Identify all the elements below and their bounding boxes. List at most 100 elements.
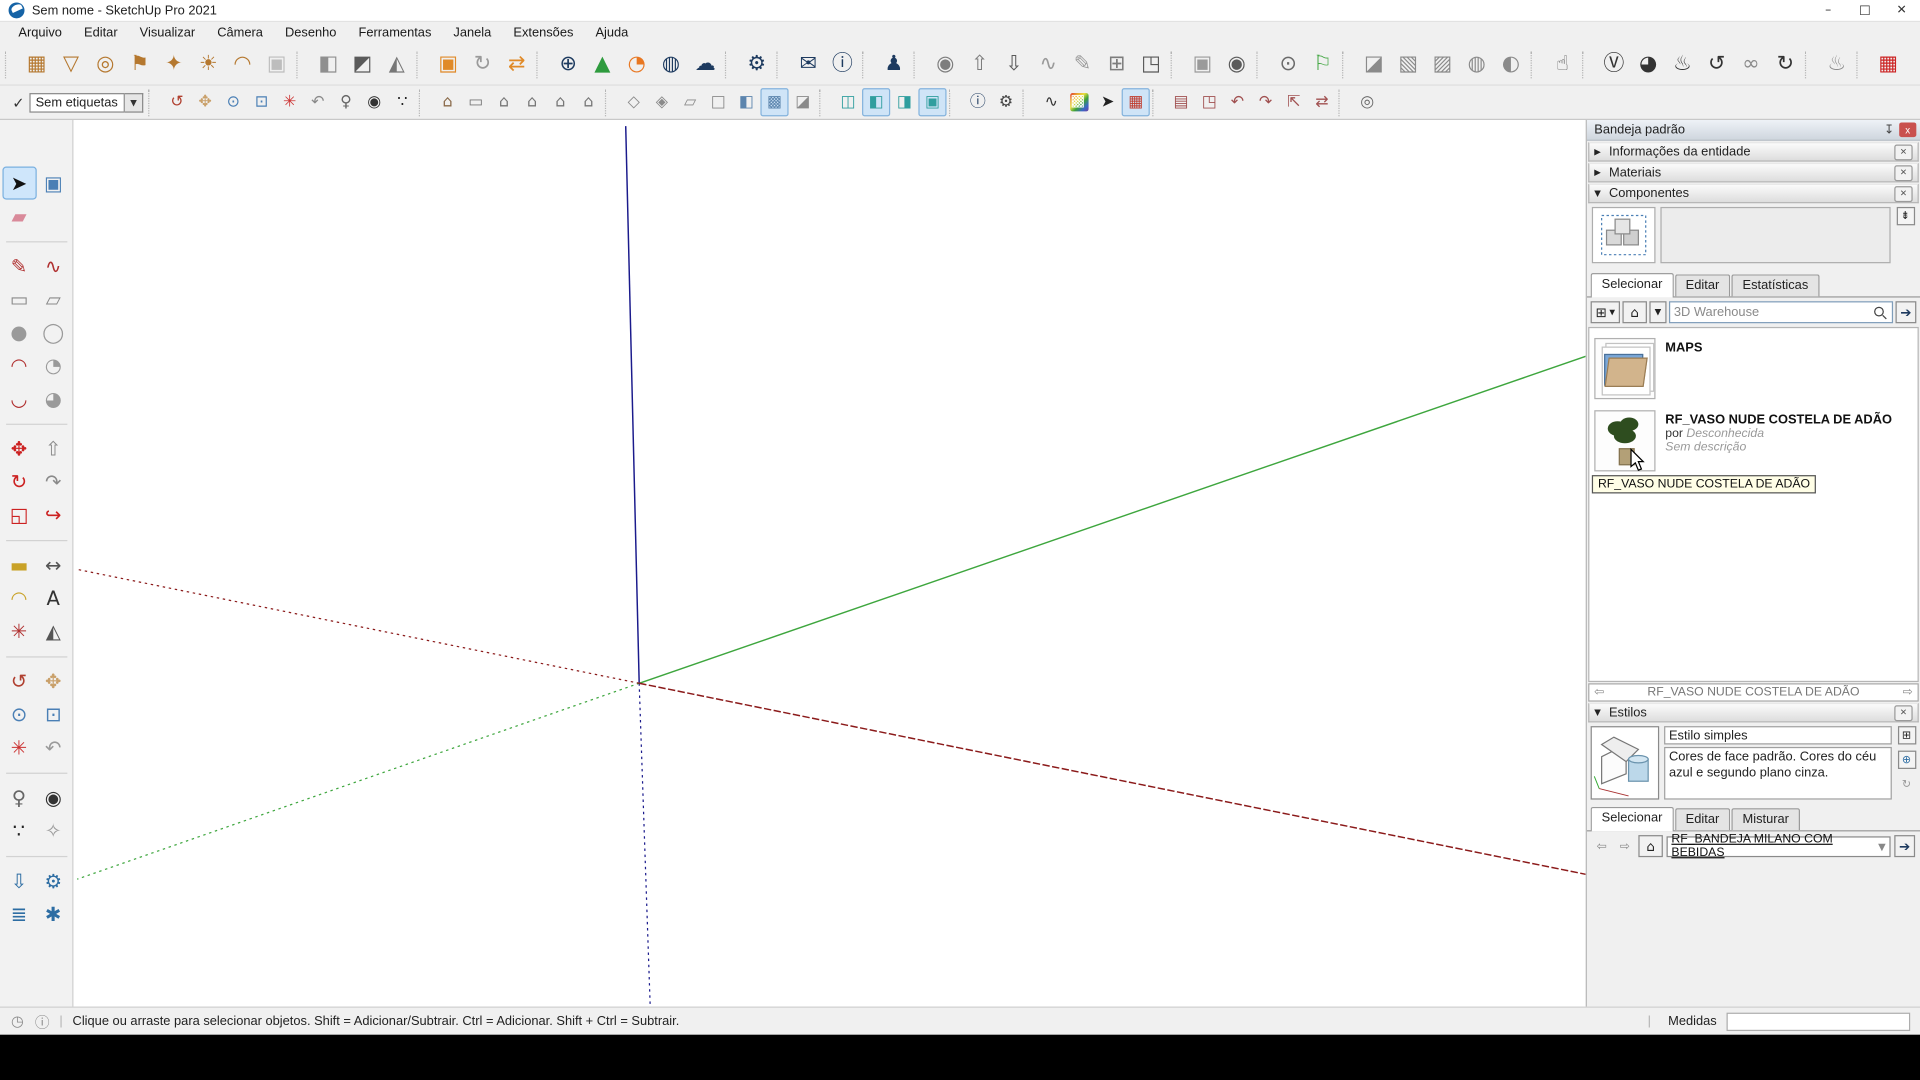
maximize-button[interactable]: □ [1847,0,1884,21]
window-grid-icon[interactable]: ⊞ [1100,47,1134,81]
tb1-sep-3[interactable] [536,51,548,78]
style-description-field[interactable]: Cores de face padrão. Cores do céu azul … [1664,747,1892,800]
ext-tool-4[interactable]: ✱ [36,898,70,931]
glasses-icon[interactable]: ◉ [928,47,962,81]
tray-close-button[interactable]: x [1899,122,1916,137]
menu-editar[interactable]: Editar [73,23,129,43]
view-left-icon[interactable]: ⌂ [574,88,602,116]
style-tab-misturar[interactable]: Misturar [1732,808,1800,830]
section-components[interactable]: ▼ Componentes ✕ [1588,184,1919,204]
warehouse-search-input[interactable] [1670,305,1872,320]
polygon-tool[interactable]: ◯ [36,316,70,349]
tb1-sep-1[interactable] [296,51,308,78]
zoom-tool[interactable]: ⊙ [2,698,36,731]
palette-divider-6[interactable] [6,847,67,857]
tape-measure-tool[interactable]: ▬ [2,549,36,582]
section-cuts-icon[interactable]: ◨ [890,88,918,116]
menu-ferramentas[interactable]: Ferramentas [347,23,442,43]
view-right-icon[interactable]: ⌂ [518,88,546,116]
pin-icon[interactable]: ↧ [1884,123,1894,136]
position-camera-tool[interactable]: ♀ [2,781,36,814]
vray-render-icon[interactable]: ♨ [1665,47,1699,81]
cloud-upload-icon[interactable]: ☁ [688,47,722,81]
drawing-canvas[interactable] [73,120,1585,1007]
tb2-sep-5[interactable] [1023,89,1035,116]
select-cursor-icon[interactable]: ➤ [1094,88,1122,116]
section-close-icon[interactable]: ✕ [1894,165,1912,181]
dimension-tool[interactable]: ↔ [36,549,70,582]
section-fill-icon[interactable]: ▣ [918,88,946,116]
pyramid-arrow-icon[interactable]: ◭ [380,47,414,81]
menu-ajuda[interactable]: Ajuda [584,23,639,43]
tree-icon[interactable]: ▲ [585,47,619,81]
section-plane-tool[interactable]: ◭ [36,615,70,648]
tb1-grip[interactable] [5,51,17,78]
component-drop-area[interactable] [1660,207,1890,263]
info-circle-icon[interactable]: ⓘ [825,47,859,81]
preferences-gear-icon[interactable]: ⚙ [992,88,1020,116]
tb1-sep-10[interactable] [1342,51,1354,78]
section-close-icon[interactable]: ✕ [1894,186,1912,202]
tb1-sep-13[interactable] [1805,51,1817,78]
frames-icon[interactable]: ▣ [1185,47,1219,81]
cabinet-icon[interactable]: ▦ [20,47,54,81]
pan-icon[interactable]: ✥ [191,88,219,116]
style-details-button[interactable]: ➔ [1894,835,1915,857]
close-button[interactable]: ✕ [1883,0,1920,21]
flag-icon[interactable]: ⚑ [122,47,156,81]
ext-tool-1[interactable]: ⇩ [2,864,36,897]
two-point-arc-tool[interactable]: ◔ [36,349,70,382]
cube-up-icon[interactable]: ⇧ [962,47,996,81]
arc-tool[interactable]: ◠ [2,349,36,382]
previous-view-tool[interactable]: ↶ [36,731,70,764]
tb2-sep-3[interactable] [819,89,831,116]
view-iso-icon[interactable]: ⌂ [434,88,462,116]
orange-box-icon[interactable]: ▣ [431,47,465,81]
push-pull-tool[interactable]: ⇧ [36,432,70,465]
tb1-sep-5[interactable] [776,51,788,78]
cube-style-5-icon[interactable]: ◐ [1494,47,1528,81]
maps-folder-thumbnail[interactable] [1594,338,1655,399]
tb2-sep-7[interactable] [1338,89,1350,116]
orbit-icon[interactable]: ↺ [163,88,191,116]
move-tool[interactable]: ✥ [2,432,36,465]
menu-extensoes[interactable]: Extensões [502,23,584,43]
update-style-button[interactable]: ⊕ [1897,751,1915,769]
tb2-sep-4[interactable] [949,89,961,116]
tb1-sep-14[interactable] [1856,51,1868,78]
orbit-tool[interactable]: ↺ [2,665,36,698]
line-tool[interactable]: ✎ [2,250,36,283]
add-location-icon[interactable]: ⊕ [551,47,585,81]
material-tool-6-icon[interactable]: ⇄ [1308,88,1336,116]
envelope-icon[interactable]: ✉ [791,47,825,81]
measurements-input[interactable] [1727,1012,1911,1030]
style-home-button[interactable]: ⌂ [1638,835,1662,857]
palette-divider-4[interactable] [6,648,67,658]
hidden-line-icon[interactable]: □ [704,88,732,116]
look-around-icon[interactable]: ◉ [360,88,388,116]
palette-divider-3[interactable] [6,531,67,541]
view-front-icon[interactable]: ⌂ [490,88,518,116]
rotated-rectangle-tool[interactable]: ▱ [36,283,70,316]
swap-arrows-icon[interactable]: ⇄ [500,47,534,81]
tb1-sep-7[interactable] [913,51,925,78]
three-point-arc-tool[interactable]: ◡ [2,382,36,415]
material-tool-4-icon[interactable]: ↷ [1252,88,1280,116]
lens-tool-icon[interactable]: ⊙ [1271,47,1305,81]
tb2-sep-6[interactable] [1152,89,1164,116]
section-close-icon[interactable]: ✕ [1894,144,1912,160]
vray-curves-icon[interactable]: ∞ [1734,47,1768,81]
previous-icon[interactable]: ↶ [304,88,332,116]
tb2-sep-2[interactable] [605,89,617,116]
make-component-tool[interactable]: ▣ [36,167,70,200]
section-plane-icon[interactable]: ◫ [834,88,862,116]
create-style-button[interactable]: ⊞ [1897,726,1915,744]
tb1-sep-4[interactable] [725,51,737,78]
style-dropdown[interactable]: RF_BANDEJA MILANO COM BEBIDAS ▼ [1667,836,1891,857]
view-back-icon[interactable]: ⌂ [546,88,574,116]
monochrome-icon[interactable]: ◪ [789,88,817,116]
tag-filter-value[interactable]: Sem etiquetas [29,92,125,112]
orange-fan-icon[interactable]: ◔ [620,47,654,81]
textured-icon[interactable]: ▩ [760,88,788,116]
menu-desenho[interactable]: Desenho [274,23,348,43]
